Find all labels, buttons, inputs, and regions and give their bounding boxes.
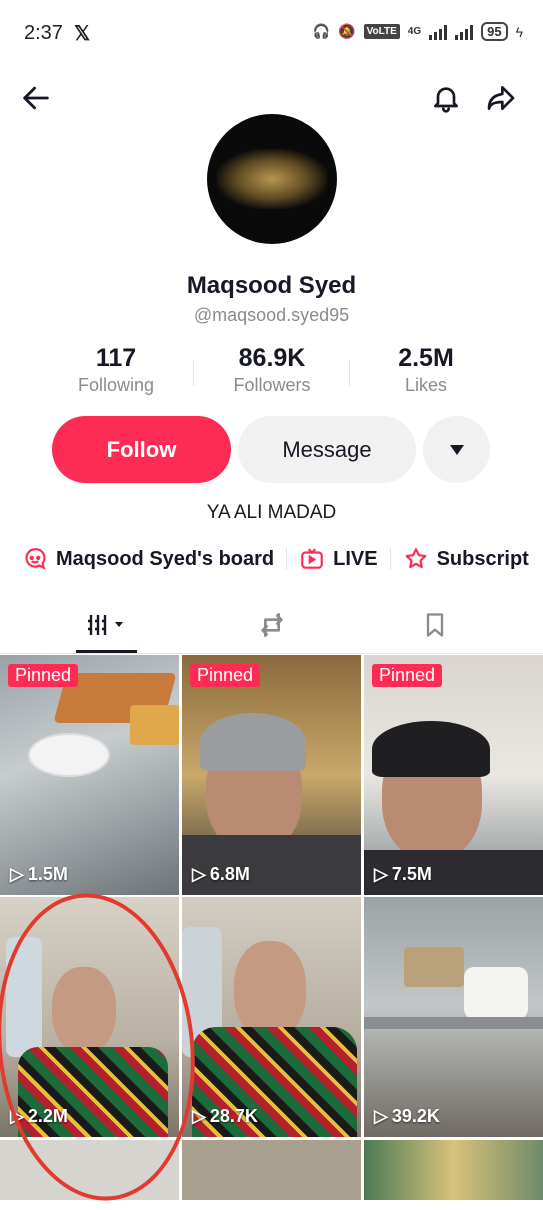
tab-favorites[interactable]	[344, 597, 525, 653]
signal-icon	[429, 24, 448, 40]
pinned-badge: Pinned	[8, 664, 79, 687]
stat-likes[interactable]: 2.5M Likes	[351, 344, 501, 396]
notification-button[interactable]	[426, 78, 466, 118]
live-link-label: LIVE	[333, 547, 378, 570]
stat-divider	[349, 360, 350, 386]
tab-reposts[interactable]	[181, 597, 362, 653]
status-time: 2:37	[24, 22, 63, 44]
live-icon	[301, 548, 323, 569]
calligraphy-image	[217, 149, 327, 209]
stat-divider	[193, 360, 194, 386]
tab-videos[interactable]	[16, 597, 197, 653]
counter-rail	[364, 1017, 543, 1029]
video-thumbnail[interactable]: ▷ 39.2K	[364, 897, 543, 1137]
stat-value: 86.9K	[238, 344, 306, 372]
profile-avatar[interactable]	[207, 114, 337, 244]
signal-icon-2	[455, 24, 474, 40]
food-container	[404, 947, 464, 987]
salad-bowl	[28, 733, 110, 777]
play-icon: ▷	[374, 1106, 388, 1126]
volte-badge: VoLTE	[363, 24, 400, 39]
stat-label: Following	[77, 375, 155, 395]
grey-beanie	[200, 713, 306, 771]
status-icons: 🎧 🔕 VoLTE 4G 95 ϟ	[313, 22, 523, 41]
person-face	[234, 941, 306, 1039]
profile-bio: YA ALI MADAD	[206, 502, 337, 523]
view-count: ▷ 28.7K	[192, 1106, 258, 1126]
play-icon: ▷	[192, 864, 206, 884]
link-separator	[389, 548, 391, 570]
back-arrow-icon	[23, 86, 49, 110]
pinned-badge: Pinned	[190, 664, 261, 687]
battery-indicator: 95	[481, 22, 508, 41]
video-thumbnail[interactable]: Pinned ▷ 6.8M	[182, 655, 361, 895]
view-count: ▷ 7.5M	[374, 864, 432, 884]
stat-followers[interactable]: 86.9K Followers	[197, 344, 347, 396]
network-type: 4G	[407, 26, 422, 37]
view-count: ▷ 6.8M	[192, 864, 250, 884]
food-container	[464, 967, 528, 1019]
back-button[interactable]	[16, 78, 56, 118]
headphones-icon: 🎧	[312, 23, 331, 39]
view-count: ▷ 1.5M	[10, 864, 68, 884]
stat-label: Likes	[404, 375, 448, 395]
video-thumbnail[interactable]: ▷ 28.7K	[182, 897, 361, 1137]
bookmark-icon	[426, 613, 443, 637]
play-icon: ▷	[10, 864, 24, 884]
board-link[interactable]: Maqsood Syed's board	[22, 546, 274, 572]
food-tray	[130, 705, 179, 745]
play-icon: ▷	[192, 1106, 206, 1126]
pinned-badge: Pinned	[372, 664, 443, 687]
view-count: ▷ 39.2K	[374, 1106, 440, 1126]
board-icon	[25, 548, 46, 570]
live-link[interactable]: LIVE	[299, 546, 378, 572]
profile-name: Maqsood Syed	[186, 272, 357, 299]
stat-following[interactable]: 117 Following	[41, 344, 191, 396]
charging-icon: ϟ	[515, 23, 523, 40]
subscription-link[interactable]: Subscript	[403, 546, 529, 572]
caret-down-icon	[449, 444, 464, 455]
video-thumbnail[interactable]	[364, 1140, 543, 1200]
stat-value: 2.5M	[398, 344, 454, 372]
video-thumbnail[interactable]: Pinned ▷ 7.5M	[364, 655, 543, 895]
share-button[interactable]	[481, 78, 521, 118]
subscription-link-label: Subscript	[436, 547, 529, 570]
x-app-icon: 𝕏	[74, 23, 91, 45]
link-separator	[286, 548, 288, 570]
follow-button[interactable]: Follow	[52, 416, 231, 483]
repost-icon	[260, 613, 283, 637]
video-thumbnail[interactable]: Pinned ▷ 1.5M	[0, 655, 179, 895]
bell-icon	[434, 87, 458, 113]
board-link-label: Maqsood Syed's board	[56, 547, 275, 570]
share-arrow-icon	[487, 86, 515, 110]
profile-handle: @maqsood.syed95	[193, 305, 350, 325]
subscription-icon	[405, 548, 426, 569]
play-icon: ▷	[374, 864, 388, 884]
profile-links: Maqsood Syed's board LIVE Subscript	[22, 546, 529, 572]
stat-value: 117	[95, 344, 137, 372]
stat-label: Followers	[233, 375, 311, 395]
active-tab-indicator	[76, 650, 137, 653]
black-beanie	[372, 721, 490, 777]
suggested-accounts-button[interactable]	[423, 416, 490, 483]
content-tabs	[0, 597, 543, 654]
video-thumbnail[interactable]	[182, 1140, 361, 1200]
message-button[interactable]: Message	[238, 416, 416, 483]
mute-bell-icon: 🔕	[338, 23, 356, 39]
videos-grid-icon	[87, 615, 123, 635]
